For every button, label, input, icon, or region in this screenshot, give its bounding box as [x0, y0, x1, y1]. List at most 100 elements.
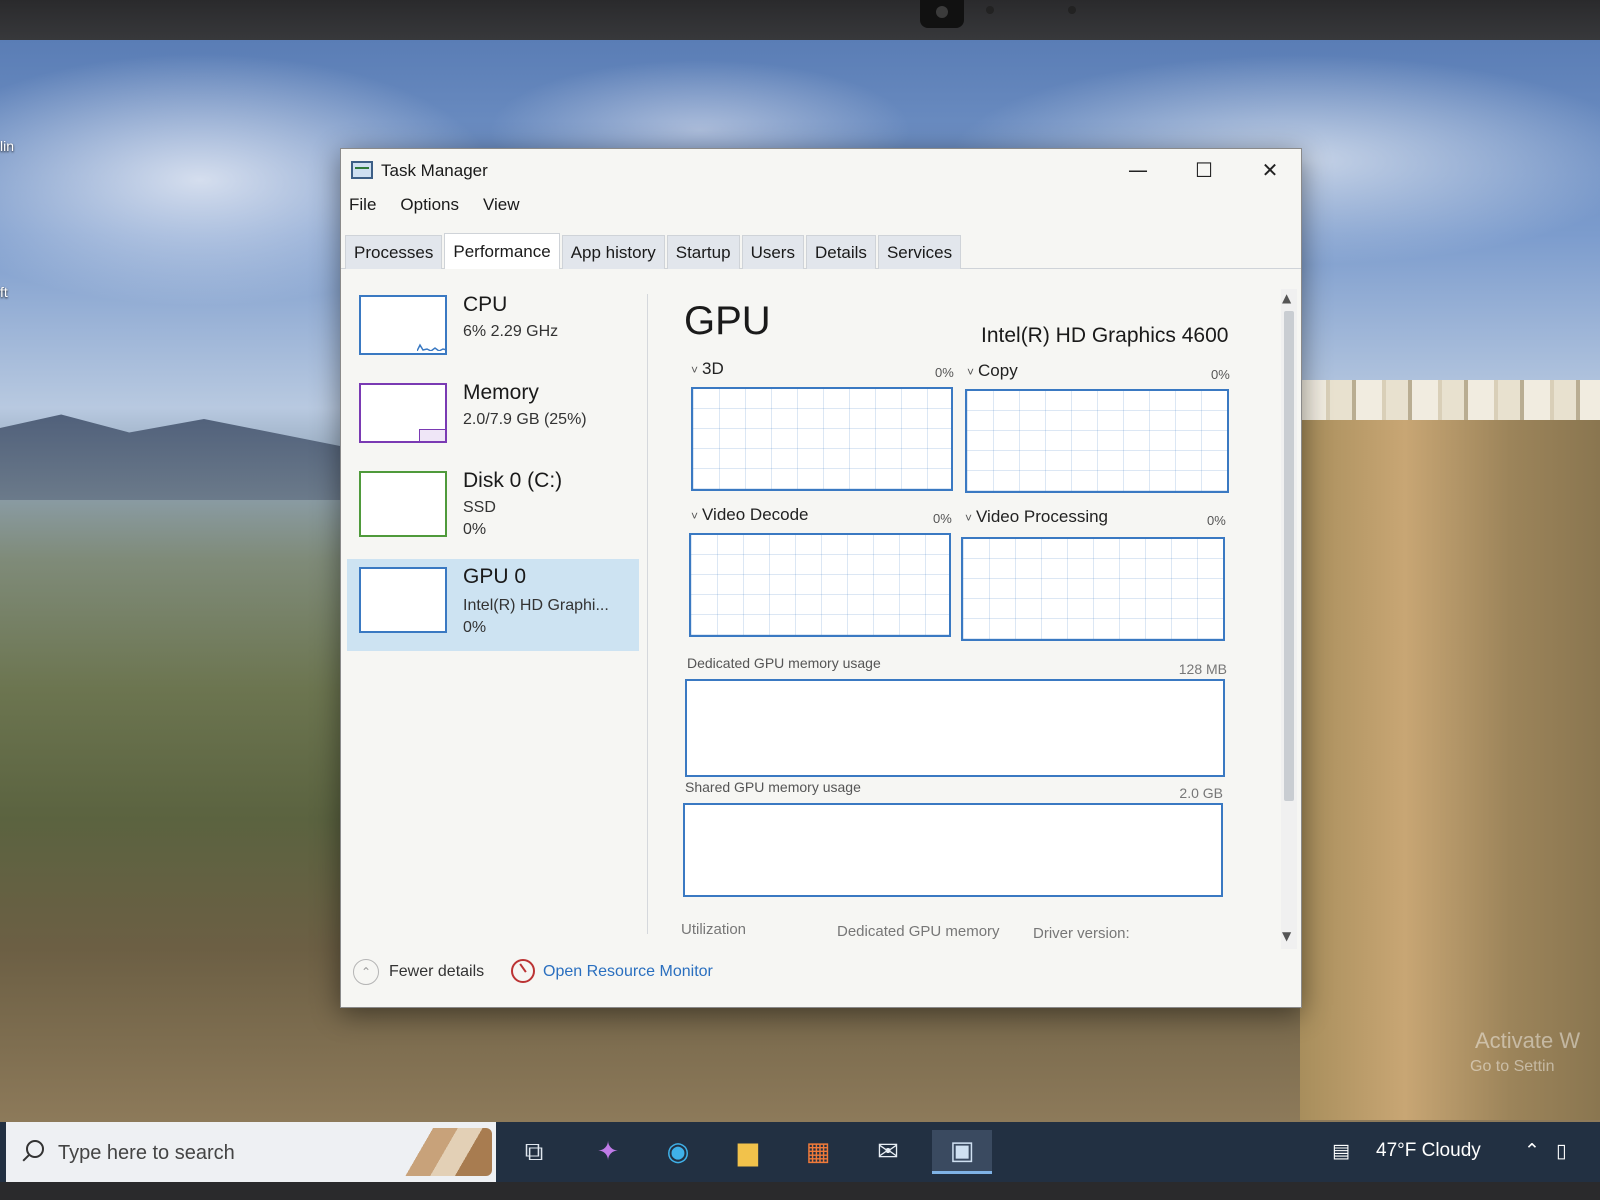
menu-view[interactable]: View — [481, 195, 522, 221]
pane-divider — [647, 294, 648, 934]
taskbar-search-box[interactable]: Type here to search — [6, 1122, 496, 1182]
camera-indicator-dot — [1068, 6, 1076, 14]
engine-percent: 0% — [933, 511, 952, 526]
desktop-icon-label[interactable]: ft — [0, 284, 8, 300]
taskbar: Type here to search ⧉ ✦ ◉ ▆ ▦ ✉ ▣ ▤ 47°F… — [0, 1122, 1600, 1182]
activate-windows-watermark: Activate W — [1475, 1028, 1581, 1053]
dedicated-memory-graph — [685, 679, 1225, 777]
gpu-thumbnail-graph — [359, 567, 447, 633]
menu-file[interactable]: File — [347, 195, 378, 221]
tab-strip: Processes Performance App history Startu… — [341, 233, 1301, 269]
open-resource-monitor-link[interactable]: Open Resource Monitor — [543, 963, 713, 981]
sidebar-item-detail: 2.0/7.9 GB (25%) — [463, 411, 587, 428]
maximize-button[interactable]: ☐ — [1173, 149, 1235, 191]
sidebar-item-detail: Intel(R) HD Graphi... — [463, 597, 609, 614]
shared-memory-max: 2.0 GB — [1179, 785, 1223, 801]
menu-options[interactable]: Options — [398, 195, 461, 221]
tab-services[interactable]: Services — [877, 235, 962, 269]
engine-graph-video-decode — [689, 533, 951, 637]
sidebar-item-disk[interactable]: Disk 0 (C:) SSD 0% — [347, 463, 639, 555]
sidebar-item-gpu[interactable]: GPU 0 Intel(R) HD Graphi... 0% — [347, 559, 639, 651]
window-title: Task Manager — [381, 161, 488, 180]
task-manager-window: Task Manager — ☐ ✕ File Options View Pro… — [340, 148, 1302, 1008]
minimize-button[interactable]: — — [1107, 149, 1169, 191]
engine-graph-3d — [691, 387, 953, 491]
menu-bar: File Options View — [347, 195, 522, 221]
tab-processes[interactable]: Processes — [345, 235, 443, 269]
microsoft-store-icon[interactable]: ▦ — [796, 1130, 840, 1174]
engine-graph-video-processing — [961, 537, 1225, 641]
engine-selector-copy[interactable]: ˅ Copy — [967, 361, 1018, 381]
tab-startup[interactable]: Startup — [666, 235, 740, 269]
weather-widget[interactable]: 47°F Cloudy — [1376, 1140, 1481, 1162]
sidebar-item-title: CPU — [463, 293, 508, 316]
copilot-icon[interactable]: ✦ — [586, 1130, 630, 1174]
chevron-up-icon[interactable]: ⌃ — [353, 959, 379, 985]
vertical-scrollbar[interactable]: ▲ ▼ — [1281, 289, 1297, 949]
file-explorer-icon[interactable]: ▆ — [726, 1130, 770, 1174]
sidebar-item-detail: 6% 2.29 GHz — [463, 323, 559, 340]
page-title: GPU — [684, 299, 771, 343]
cpu-sparkline — [417, 343, 447, 351]
sidebar-item-title: GPU 0 — [463, 565, 527, 588]
edge-browser-icon[interactable]: ◉ — [656, 1130, 700, 1174]
performance-sidebar: CPU 6% 2.29 GHz Memory 2.0/7.9 GB (25%) … — [341, 279, 641, 939]
desktop-icon-label[interactable]: lin — [0, 138, 14, 154]
weather-icon[interactable]: ▤ — [1332, 1140, 1350, 1162]
sidebar-item-percent: 0% — [463, 619, 487, 636]
engine-percent: 0% — [935, 365, 954, 380]
sidebar-item-title: Memory — [463, 381, 539, 404]
laptop-bezel-bottom — [0, 1182, 1600, 1200]
battery-icon[interactable]: ▯ — [1556, 1140, 1566, 1162]
dedicated-memory-stat-label: Dedicated GPU memory — [837, 923, 1000, 940]
engine-percent: 0% — [1207, 513, 1226, 528]
activate-windows-subtext: Go to Settin — [1470, 1058, 1555, 1075]
scroll-down-arrow-icon[interactable]: ▼ — [1282, 929, 1291, 943]
bottom-bar: ⌃ Fewer details Open Resource Monitor — [341, 955, 1301, 995]
fewer-details-button[interactable]: Fewer details — [389, 963, 484, 981]
task-manager-taskbar-icon[interactable]: ▣ — [932, 1130, 992, 1174]
chevron-up-icon[interactable]: ⌃ — [1524, 1140, 1540, 1162]
search-icon — [26, 1140, 44, 1158]
chevron-down-icon: ˅ — [691, 509, 699, 523]
title-bar[interactable]: Task Manager — ☐ ✕ — [341, 149, 1301, 191]
task-view-icon[interactable]: ⧉ — [512, 1130, 556, 1174]
resource-monitor-icon[interactable] — [511, 959, 535, 983]
task-manager-icon — [351, 161, 373, 179]
engine-percent: 0% — [1211, 367, 1230, 382]
tab-app-history[interactable]: App history — [561, 235, 665, 269]
scrollbar-thumb[interactable] — [1284, 311, 1294, 801]
engine-selector-3d[interactable]: ˅ 3D — [691, 359, 724, 379]
tab-details[interactable]: Details — [805, 235, 876, 269]
gpu-model-name: Intel(R) HD Graphics 4600 — [981, 324, 1229, 347]
search-highlight-image — [396, 1128, 492, 1176]
dedicated-memory-label: Dedicated GPU memory usage — [687, 655, 881, 671]
chevron-down-icon: ˅ — [691, 363, 699, 377]
sidebar-item-memory[interactable]: Memory 2.0/7.9 GB (25%) — [347, 375, 639, 467]
shared-memory-graph — [683, 803, 1223, 897]
close-button[interactable]: ✕ — [1239, 149, 1301, 191]
dedicated-memory-max: 128 MB — [1178, 661, 1227, 677]
sidebar-item-detail: SSD — [463, 499, 496, 516]
mail-icon[interactable]: ✉ — [866, 1130, 910, 1174]
chevron-down-icon: ˅ — [967, 365, 975, 379]
tab-users[interactable]: Users — [741, 235, 804, 269]
utilization-label: Utilization — [681, 921, 747, 938]
wallpaper-cliff — [1300, 420, 1600, 1120]
chevron-down-icon: ˅ — [965, 511, 973, 525]
disk-thumbnail-graph — [359, 471, 447, 537]
memory-usage-fill — [419, 429, 445, 441]
sidebar-item-cpu[interactable]: CPU 6% 2.29 GHz — [347, 287, 639, 379]
scroll-up-arrow-icon[interactable]: ▲ — [1282, 291, 1291, 305]
camera-indicator-dot — [986, 6, 994, 14]
shared-memory-label: Shared GPU memory usage — [685, 779, 861, 795]
engine-selector-video-decode[interactable]: ˅ Video Decode — [691, 505, 809, 525]
sidebar-item-title: Disk 0 (C:) — [463, 469, 563, 492]
engine-selector-video-processing[interactable]: ˅ Video Processing — [965, 507, 1108, 527]
webcam — [920, 0, 964, 28]
tab-performance[interactable]: Performance — [444, 233, 560, 269]
driver-version-label: Driver version: — [1033, 925, 1130, 942]
search-placeholder: Type here to search — [58, 1142, 235, 1164]
engine-graph-copy — [965, 389, 1229, 493]
cpu-thumbnail-graph — [359, 295, 447, 355]
